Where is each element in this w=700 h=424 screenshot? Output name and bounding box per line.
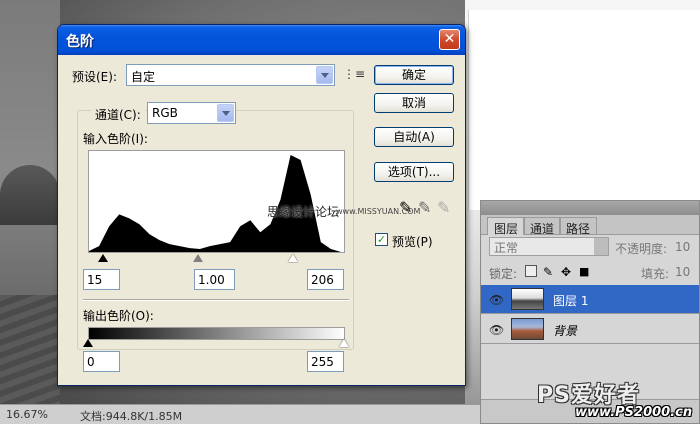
eye-icon[interactable]: 👁 [489, 323, 504, 337]
chevron-down-icon[interactable] [594, 238, 608, 255]
input-levels-label: 输入色阶(I): [83, 132, 148, 146]
divider [83, 299, 349, 301]
move-icon[interactable]: ✥ [561, 265, 573, 279]
options-button[interactable]: 选项(T)... [374, 162, 454, 182]
layer-name[interactable]: 背景 [553, 322, 577, 339]
zoom-level[interactable]: 16.67% [6, 408, 48, 421]
output-levels-label: 输出色阶(O): [83, 309, 154, 323]
doc-info[interactable]: 文档:944.8K/1.85M [80, 408, 182, 424]
layer-name[interactable]: 图层 1 [553, 292, 588, 309]
fill-value[interactable]: 10 [675, 265, 690, 279]
output-white-field[interactable]: 255 [307, 351, 344, 372]
preview-label[interactable]: 预览(P) [392, 233, 433, 250]
close-button[interactable]: ✕ [439, 29, 460, 50]
watermark-site: www.PS2000.cn [575, 405, 693, 420]
white-eyedropper-icon[interactable]: ✎ [437, 198, 450, 217]
chevron-down-icon[interactable] [217, 104, 234, 122]
cancel-button[interactable]: 取消 [374, 93, 454, 113]
brush-icon[interactable]: ✎ [543, 265, 555, 279]
photo-road [0, 295, 60, 405]
lock-icon[interactable]: ■ [579, 265, 591, 278]
opacity-value[interactable]: 10 [675, 240, 690, 254]
lock-transparency-icon[interactable] [525, 265, 537, 277]
input-gamma-field[interactable]: 1.00 [194, 269, 235, 290]
input-white-handle[interactable] [288, 254, 298, 262]
tab-layers[interactable]: 图层 [487, 217, 526, 236]
watermark-text: 思缘设计论坛 [267, 205, 340, 219]
layer-thumbnail [511, 318, 544, 340]
channel-label: 通道(C): [91, 106, 145, 123]
histogram-chart [89, 155, 341, 252]
input-white-field[interactable]: 206 [307, 269, 344, 290]
panel-tabs: 图层 通道 路径 [481, 215, 699, 236]
layer-thumbnail [511, 288, 544, 310]
dialog-title: 色阶 [66, 34, 94, 50]
fill-label: 填充: [641, 267, 670, 281]
watermark-url: www.MISSYUAN.COM [336, 207, 421, 216]
input-black-field[interactable]: 15 [83, 269, 120, 290]
auto-button[interactable]: 自动(A) [374, 127, 454, 147]
output-white-handle[interactable] [339, 339, 349, 347]
output-gradient [88, 327, 345, 340]
opacity-label: 不透明度: [615, 242, 668, 256]
ok-button[interactable]: 确定 [374, 65, 454, 85]
blend-mode-select[interactable]: 正常 [489, 237, 609, 256]
chevron-down-icon[interactable] [316, 66, 333, 84]
histogram [88, 150, 345, 253]
eye-icon[interactable]: 👁 [489, 293, 504, 307]
input-gamma-handle[interactable] [193, 254, 203, 262]
output-black-field[interactable]: 0 [83, 351, 120, 372]
preset-label: 预设(E): [72, 70, 117, 84]
photo-trees [0, 165, 60, 225]
document-canvas [468, 10, 700, 210]
layer-row[interactable]: 👁 背景 [481, 315, 699, 344]
channel-value: RGB [152, 106, 178, 120]
preset-select[interactable]: 自定 [126, 64, 335, 86]
levels-dialog: 色阶 ✕ 预设(E): 自定 ⋮≡ 确定 取消 自动(A) 选项(T)... 通… [57, 24, 466, 386]
tab-paths[interactable]: 路径 [559, 217, 598, 236]
preview-checkbox[interactable]: ✓ [375, 233, 388, 246]
channel-select[interactable]: RGB [147, 102, 236, 124]
status-bar: 16.67% 文档:944.8K/1.85M [0, 404, 480, 424]
output-black-handle[interactable] [83, 339, 93, 347]
panel-header[interactable] [481, 201, 699, 215]
input-black-handle[interactable] [98, 254, 108, 262]
dialog-titlebar[interactable]: 色阶 ✕ [58, 25, 465, 55]
preset-menu-icon[interactable]: ⋮≡ [343, 67, 365, 81]
layer-row[interactable]: 👁 图层 1 [481, 285, 699, 314]
lock-label: 锁定: [489, 267, 518, 281]
tab-channels[interactable]: 通道 [523, 217, 562, 236]
preset-value: 自定 [131, 70, 156, 84]
dialog-body: 预设(E): 自定 ⋮≡ 确定 取消 自动(A) 选项(T)... 通道(C):… [61, 55, 462, 382]
input-slider[interactable] [88, 254, 345, 262]
